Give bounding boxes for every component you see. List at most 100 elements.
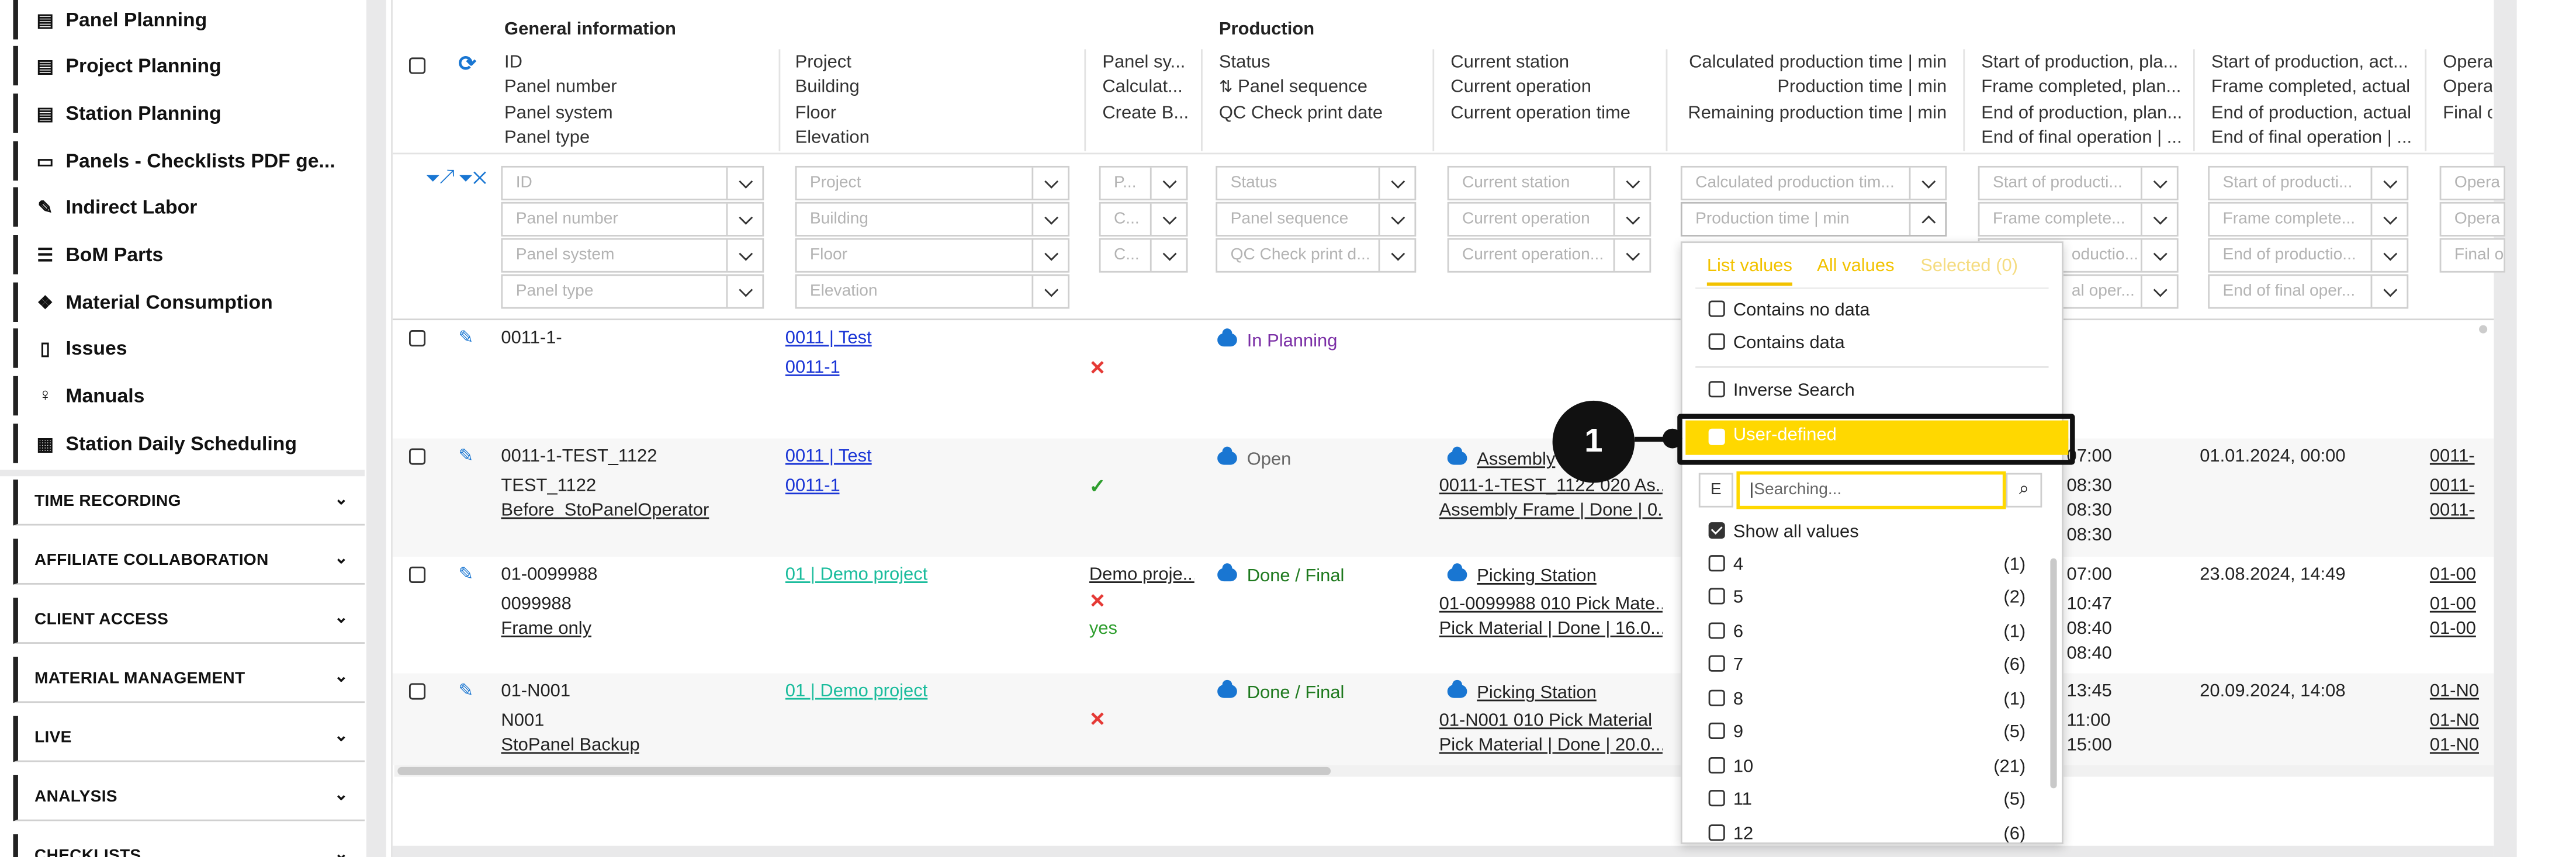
clear-filter-icon[interactable]: ⏷✕ — [458, 169, 486, 191]
filter-operation-2[interactable]: Opera — [2439, 202, 2506, 237]
filter-panel-system[interactable]: Panel system — [501, 238, 764, 273]
chevron-down-icon[interactable] — [1613, 167, 1650, 199]
filter-frame-actual[interactable]: Frame complete... — [2208, 202, 2409, 237]
chevron-down-icon[interactable] — [1613, 203, 1650, 235]
header-col-production-time[interactable]: Calculated production time | min Product… — [1667, 51, 1947, 126]
edit-pencil-icon[interactable]: ✎ — [458, 680, 473, 702]
tab-all-values[interactable]: All values — [1817, 256, 1894, 276]
tab-selected[interactable]: Selected (0) — [1920, 256, 2018, 276]
section-live[interactable]: LIVE ⌄ — [13, 716, 365, 762]
chevron-up-icon[interactable] — [1909, 203, 1945, 235]
checkbox-checked[interactable] — [1708, 522, 1725, 539]
filter-floor[interactable]: Floor — [795, 238, 1070, 273]
filter-panel-sys[interactable]: P... — [1099, 165, 1188, 200]
tab-list-values[interactable]: List values — [1706, 256, 1792, 286]
cell-operation-time-link[interactable]: Pick Material | Done | 20.0... — [1439, 731, 1663, 761]
search-input[interactable]: |Searching... — [1736, 471, 2006, 509]
chevron-down-icon[interactable] — [1909, 167, 1945, 199]
select-all-checkbox[interactable] — [408, 57, 426, 74]
checkbox[interactable] — [1708, 689, 1725, 707]
value-option[interactable]: 8 — [1708, 689, 1743, 709]
cell-panel-system-link[interactable]: Before_StoPanelOperator — [501, 496, 709, 526]
header-col-operations[interactable]: Opera Opera Final o — [2443, 51, 2492, 126]
option-show-all-values[interactable]: Show all values — [1708, 522, 1859, 542]
chevron-down-icon[interactable] — [1149, 203, 1186, 235]
row-checkbox[interactable] — [408, 683, 426, 700]
section-analysis[interactable]: ANALYSIS ⌄ — [13, 775, 365, 821]
chevron-down-icon[interactable] — [1378, 240, 1415, 271]
horizontal-scrollbar-thumb[interactable] — [397, 766, 1331, 775]
chevron-down-icon[interactable] — [1149, 167, 1186, 199]
chevron-down-icon[interactable] — [2140, 203, 2177, 235]
filter-building[interactable]: Building — [795, 202, 1070, 237]
cell-op-link[interactable]: 0011- — [2430, 496, 2479, 526]
option-contains-data[interactable]: Contains data — [1708, 333, 1845, 353]
checkbox[interactable] — [1708, 655, 1725, 672]
search-icon[interactable]: ⌕ — [2006, 473, 2042, 508]
chevron-down-icon[interactable] — [1378, 167, 1415, 199]
sort-icon[interactable]: ⇅ — [1219, 79, 1233, 98]
checkbox[interactable] — [1708, 757, 1725, 774]
header-col-planned-dates[interactable]: Start of production, pla... Frame comple… — [1981, 51, 2185, 151]
checkbox[interactable] — [1708, 824, 1725, 841]
chevron-down-icon[interactable] — [1149, 240, 1186, 271]
header-col-id[interactable]: ID Panel number Panel system Panel type — [504, 51, 767, 151]
chevron-down-icon[interactable] — [726, 240, 763, 271]
chevron-down-icon[interactable] — [2370, 240, 2407, 271]
sidebar-item-material-consumption[interactable]: ❖ Material Consumption — [13, 282, 365, 322]
filter-start-planned[interactable]: Start of producti... — [1978, 165, 2179, 200]
checkbox[interactable] — [1708, 333, 1725, 351]
cell-panel-system-link[interactable]: StoPanel Backup — [501, 731, 639, 761]
filter-calculated[interactable]: C... — [1099, 202, 1188, 237]
refresh-icon[interactable]: ⟳ — [458, 51, 476, 77]
value-option[interactable]: 11 — [1708, 790, 1752, 810]
chevron-down-icon[interactable] — [1031, 240, 1068, 271]
header-col-project[interactable]: Project Building Floor Elevation — [795, 51, 1075, 151]
row-checkbox[interactable] — [408, 566, 426, 583]
filter-current-operation[interactable]: Current operation — [1447, 202, 1651, 237]
checkbox[interactable] — [1708, 622, 1725, 639]
chevron-down-icon[interactable] — [726, 276, 763, 307]
edit-pencil-icon[interactable]: ✎ — [458, 563, 473, 585]
section-material-management[interactable]: MATERIAL MANAGEMENT ⌄ — [13, 657, 365, 703]
filter-end-actual[interactable]: End of productio... — [2208, 238, 2409, 273]
chevron-down-icon[interactable] — [2140, 240, 2177, 271]
header-col-status[interactable]: Status ⇅ Panel sequence QC Check print d… — [1219, 51, 1424, 126]
sidebar-item-panels-checklists[interactable]: ▭ Panels - Checklists PDF ge... — [13, 141, 365, 181]
value-option[interactable]: 7 — [1708, 655, 1743, 675]
chevron-down-icon[interactable] — [1613, 240, 1650, 271]
row-checkbox[interactable] — [408, 330, 426, 347]
cell-project-link[interactable]: 01 | Demo project — [785, 560, 928, 590]
cell-station-link[interactable]: Picking Station — [1447, 678, 1661, 708]
value-option[interactable]: 9 — [1708, 723, 1743, 742]
option-contains-no-data[interactable]: Contains no data — [1708, 300, 1870, 320]
row-checkbox[interactable] — [408, 448, 426, 465]
section-client-access[interactable]: CLIENT ACCESS ⌄ — [13, 598, 365, 644]
chevron-down-icon[interactable] — [2140, 276, 2177, 307]
edit-pencil-icon[interactable]: ✎ — [458, 445, 473, 467]
checkbox[interactable] — [1708, 381, 1725, 398]
cell-op-link[interactable]: 01-N0 — [2430, 676, 2479, 706]
checkbox[interactable] — [1708, 790, 1725, 807]
filter-project[interactable]: Project — [795, 165, 1070, 200]
sidebar-item-project-planning[interactable]: ▤ Project Planning — [13, 46, 365, 86]
sidebar-item-issues[interactable]: ▯ Issues — [13, 328, 365, 368]
filter-panel-number[interactable]: Panel number — [501, 202, 764, 237]
scrollbar-thumb[interactable] — [2479, 325, 2488, 334]
filter-final-actual[interactable]: End of final oper... — [2208, 274, 2409, 309]
cell-panel-system-link[interactable]: Frame only — [501, 614, 591, 644]
checkbox[interactable] — [1708, 723, 1725, 740]
filter-current-station[interactable]: Current station — [1447, 165, 1651, 200]
header-col-actual-dates[interactable]: Start of production, act... Frame comple… — [2211, 51, 2415, 151]
filter-current-operation-time[interactable]: Current operation... — [1447, 238, 1651, 273]
cell-project-link[interactable]: 0011 | Test — [785, 442, 872, 471]
checkbox[interactable] — [1708, 300, 1725, 317]
filter-panel-type[interactable]: Panel type — [501, 274, 764, 309]
cell-op-link[interactable]: 01-N0 — [2430, 731, 2479, 761]
chevron-down-icon[interactable] — [1031, 203, 1068, 235]
chevron-down-icon[interactable] — [2370, 203, 2407, 235]
cell-op-link[interactable]: 01-00 — [2430, 614, 2479, 644]
sidebar-item-manuals[interactable]: ♀ Manuals — [13, 376, 365, 416]
sidebar-item-station-daily-scheduling[interactable]: ▦ Station Daily Scheduling — [13, 424, 365, 463]
chevron-down-icon[interactable] — [1031, 276, 1068, 307]
